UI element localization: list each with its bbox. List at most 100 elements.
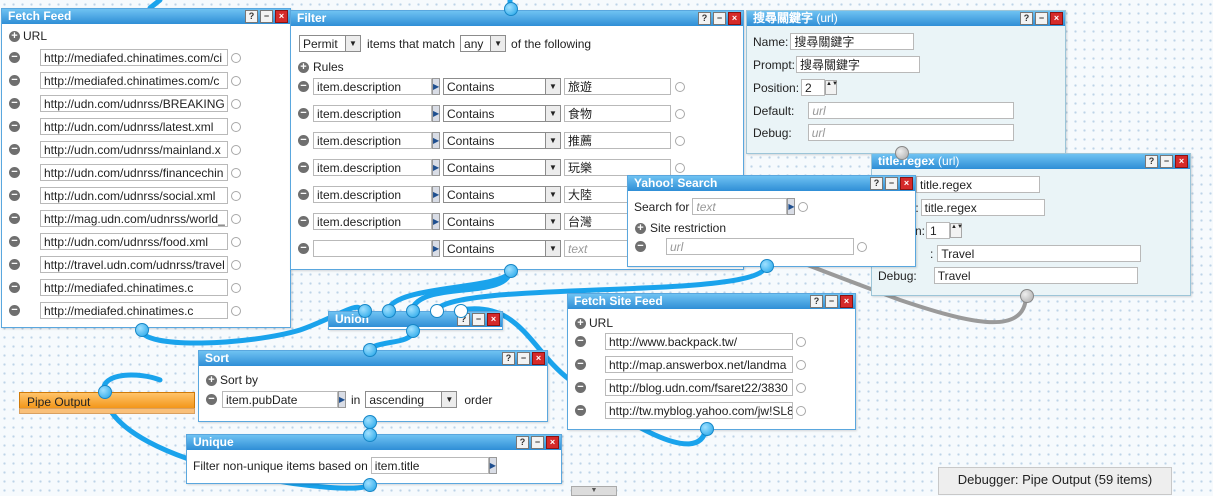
name-field[interactable]: title.regex	[916, 176, 1040, 193]
remove-url-icon[interactable]: −	[9, 52, 20, 63]
add-rule-icon[interactable]: +	[298, 61, 309, 73]
remove-url-icon[interactable]: −	[9, 236, 20, 247]
keyword-input-header[interactable]: 搜尋關鍵字 (url) ? − ×	[747, 11, 1065, 26]
arrow-right-icon[interactable]: ▶	[488, 457, 497, 474]
unique-field[interactable]: item.title	[370, 457, 489, 474]
union-input-port-3[interactable]	[406, 304, 420, 318]
rule-field-input[interactable]: item.description	[313, 132, 432, 149]
close-button[interactable]: ×	[487, 313, 500, 326]
minimize-button[interactable]: −	[713, 12, 726, 25]
input-terminal[interactable]	[231, 98, 241, 109]
help-button[interactable]: ?	[870, 177, 883, 190]
rule-operator-select[interactable]: Contains ▼	[443, 186, 561, 203]
unique-output-port[interactable]	[363, 478, 377, 492]
rule-operator-select[interactable]: Contains ▼	[443, 159, 561, 176]
rule-field-input[interactable]: item.description	[313, 105, 432, 122]
filter-quantifier-select[interactable]: any ▼	[460, 35, 507, 52]
prompt-field[interactable]: 搜尋關鍵字	[796, 56, 921, 73]
rule-value-input[interactable]: 旅遊	[564, 78, 671, 95]
remove-url-icon[interactable]: −	[575, 405, 586, 416]
arrow-right-icon[interactable]: ▶	[432, 159, 440, 176]
remove-url-icon[interactable]: −	[9, 144, 20, 155]
remove-site-icon[interactable]: −	[635, 241, 646, 252]
rule-field-input[interactable]: item.description	[313, 213, 432, 230]
input-terminal[interactable]	[231, 213, 241, 224]
url-field[interactable]: http://mediafed.chinatimes.com/ci	[40, 49, 228, 66]
remove-url-icon[interactable]: −	[575, 382, 586, 393]
help-button[interactable]: ?	[516, 436, 529, 449]
input-terminal[interactable]	[675, 162, 685, 173]
close-button[interactable]: ×	[1175, 155, 1188, 168]
remove-sort-icon[interactable]: −	[206, 394, 217, 405]
rule-operator-select[interactable]: Contains ▼	[443, 105, 561, 122]
rule-value-input[interactable]: 食物	[564, 105, 671, 122]
rule-field-input[interactable]	[313, 240, 432, 257]
url-field[interactable]: http://udn.com/udnrss/latest.xml	[40, 118, 228, 135]
sort-direction-select[interactable]: ascending ▼	[365, 391, 458, 408]
rule-operator-select[interactable]: Contains ▼	[443, 240, 561, 257]
sort-output-port[interactable]	[363, 415, 377, 429]
remove-url-icon[interactable]: −	[9, 190, 20, 201]
remove-url-icon[interactable]: −	[9, 121, 20, 132]
input-terminal[interactable]	[857, 241, 867, 252]
minimize-button[interactable]: −	[1035, 12, 1048, 25]
minimize-button[interactable]: −	[1160, 155, 1173, 168]
help-button[interactable]: ?	[810, 295, 823, 308]
remove-url-icon[interactable]: −	[575, 359, 586, 370]
url-field[interactable]: http://mediafed.chinatimes.com/c	[40, 72, 228, 89]
add-url-icon[interactable]: +	[575, 317, 586, 329]
remove-url-icon[interactable]: −	[9, 259, 20, 270]
arrow-right-icon[interactable]: ▶	[432, 213, 440, 230]
union-input-port-4[interactable]	[430, 304, 444, 318]
sort-field[interactable]: item.pubDate	[222, 391, 338, 408]
remove-rule-icon[interactable]: −	[298, 81, 309, 92]
prompt-field[interactable]: title.regex	[920, 199, 1045, 216]
debug-field[interactable]: url	[807, 124, 1014, 141]
rule-operator-select[interactable]: Contains ▼	[443, 132, 561, 149]
fetch-feed-module[interactable]: Fetch Feed ? − × + URL − http://mediafed.…	[1, 8, 291, 328]
arrow-right-icon[interactable]: ▶	[432, 186, 440, 203]
sort-input-port[interactable]	[363, 343, 377, 357]
close-button[interactable]: ×	[275, 10, 288, 23]
regex-output-port[interactable]	[1020, 289, 1034, 303]
debugger-tab[interactable]: Debugger: Pipe Output (59 items)	[938, 467, 1172, 495]
union-input-port-1[interactable]	[358, 304, 372, 318]
minimize-button[interactable]: −	[472, 313, 485, 326]
url-field[interactable]: http://udn.com/udnrss/food.xml	[40, 233, 228, 250]
site-url-field[interactable]: http://blog.udn.com/fsaret22/3830	[605, 379, 793, 396]
input-terminal[interactable]	[231, 305, 241, 316]
filter-output-port[interactable]	[504, 264, 518, 278]
canvas-scroll-handle[interactable]: ▼	[571, 486, 617, 496]
rule-operator-select[interactable]: Contains ▼	[443, 213, 561, 230]
help-button[interactable]: ?	[698, 12, 711, 25]
rule-value-input[interactable]: 推薦	[564, 132, 671, 149]
arrow-right-icon[interactable]: ▶	[787, 198, 796, 215]
remove-url-icon[interactable]: −	[9, 167, 20, 178]
input-terminal[interactable]	[231, 236, 241, 247]
name-field[interactable]: 搜尋關鍵字	[790, 33, 915, 50]
arrow-right-icon[interactable]: ▶	[432, 132, 440, 149]
minimize-button[interactable]: −	[825, 295, 838, 308]
input-terminal[interactable]	[796, 336, 806, 347]
minimize-button[interactable]: −	[517, 352, 530, 365]
remove-rule-icon[interactable]: −	[298, 189, 309, 200]
rule-operator-select[interactable]: Contains ▼	[443, 78, 561, 95]
input-terminal[interactable]	[675, 81, 685, 92]
remove-url-icon[interactable]: −	[9, 98, 20, 109]
search-for-field[interactable]: text	[692, 198, 788, 215]
yahoo-output-port[interactable]	[760, 259, 774, 273]
keyword-input-module[interactable]: 搜尋關鍵字 (url) ? − × Name: 搜尋關鍵字 Prompt: 搜尋…	[746, 10, 1066, 154]
remove-rule-icon[interactable]: −	[298, 216, 309, 227]
input-terminal[interactable]	[231, 52, 241, 63]
fetch-feed-header[interactable]: Fetch Feed ? − ×	[2, 9, 290, 24]
keyword-input-output-port[interactable]	[895, 146, 909, 160]
url-field[interactable]: http://mag.udn.com/udnrss/world_	[40, 210, 228, 227]
close-button[interactable]: ×	[900, 177, 913, 190]
input-terminal[interactable]	[796, 359, 806, 370]
remove-url-icon[interactable]: −	[9, 213, 20, 224]
input-terminal[interactable]	[231, 259, 241, 270]
title-regex-input-module[interactable]: title.regex (url) ? − × title.regex t: t…	[871, 153, 1191, 296]
input-terminal[interactable]	[231, 121, 241, 132]
close-button[interactable]: ×	[1050, 12, 1063, 25]
fetch-site-feed-module[interactable]: Fetch Site Feed ? − × + URL − http://www.…	[567, 293, 856, 430]
